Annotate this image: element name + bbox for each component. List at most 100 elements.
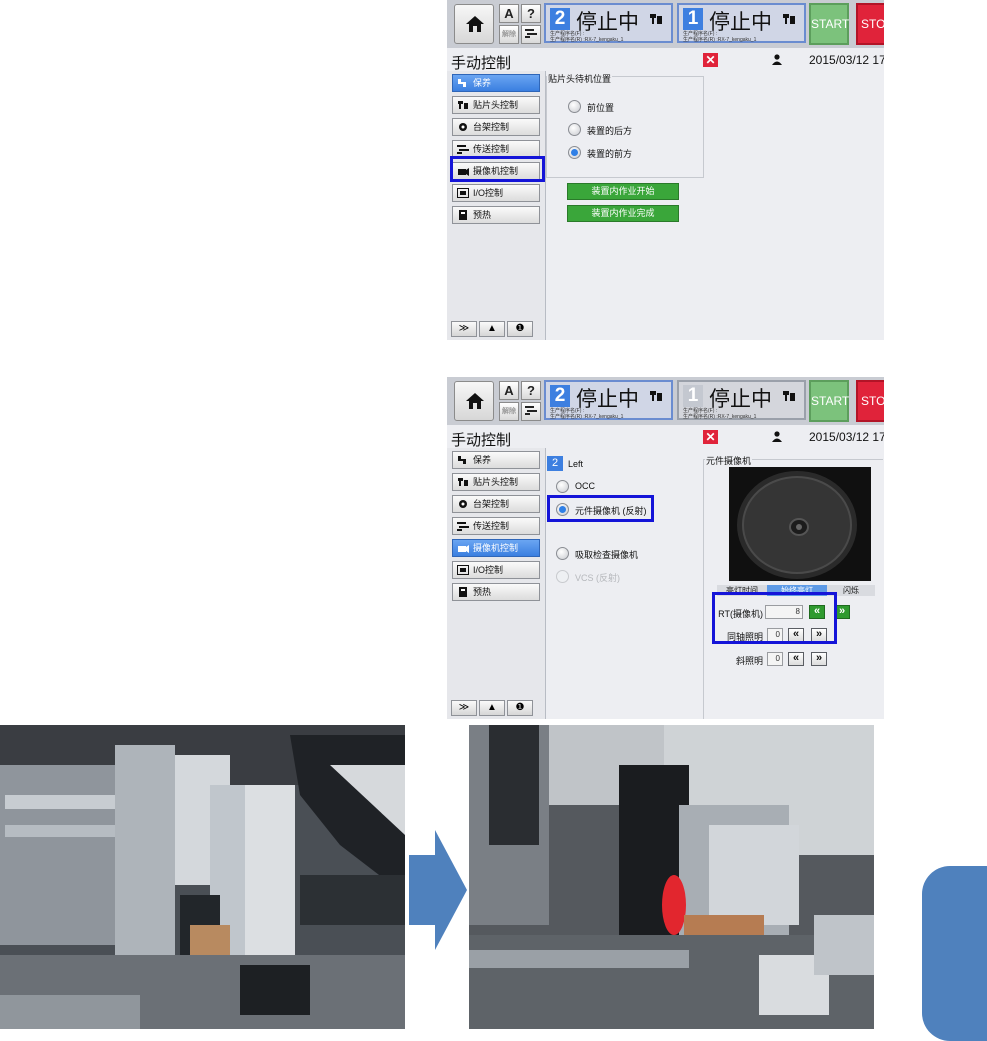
conveyor-icon (525, 406, 537, 415)
release-button[interactable]: 解除 (499, 402, 519, 421)
camera-preview (729, 467, 871, 581)
rt-increase-button[interactable]: » (834, 605, 850, 619)
sidebar-item-camera-control[interactable]: 摄像机控制 (452, 162, 540, 180)
release-button[interactable]: 解除 (499, 25, 519, 44)
conveyor-icon (525, 29, 537, 38)
oblique-light-value[interactable]: 0 (767, 652, 783, 666)
scroll-top-button[interactable]: ≫ (451, 321, 477, 337)
tab-blink[interactable]: 闪烁 (827, 585, 875, 596)
machine-photo-after (469, 725, 874, 1029)
rt-camera-value[interactable]: 8 (765, 605, 803, 619)
sidebar-item-preheat[interactable]: 预热 (452, 583, 540, 601)
machine-photo-image (469, 725, 874, 1029)
sidebar-item-head-control[interactable]: 贴片头控制 (452, 473, 540, 491)
datetime: 2015/03/12 17:0 (809, 430, 884, 444)
machine-photo-image (0, 725, 405, 1029)
conveyor-button[interactable] (521, 25, 541, 44)
close-button[interactable]: ✕ (703, 53, 718, 67)
help-button[interactable]: ? (521, 381, 541, 400)
arrow-right-icon (409, 830, 467, 950)
placement-head-icon (650, 14, 662, 24)
sidebar-item-conveyor-control[interactable]: 传送控制 (452, 140, 540, 158)
sidebar-item-maintenance[interactable]: 保养 (452, 451, 540, 469)
sidebar-item-head-control[interactable]: 贴片头控制 (452, 96, 540, 114)
close-button[interactable]: ✕ (703, 430, 718, 444)
start-button[interactable]: START (809, 380, 849, 422)
alarm-button[interactable]: ▲ (479, 700, 505, 716)
a-button[interactable]: A (499, 381, 519, 400)
camera-icon (458, 168, 469, 176)
title-row: 手动控制 ✕ 2015/03/12 17:0 (447, 427, 884, 449)
radio-button[interactable] (568, 123, 581, 136)
side-tab (922, 866, 987, 1041)
program-names: 生产程序名(F) : 生产程序名(R) :RX-7_kengaku_1 (550, 31, 624, 43)
lane-number: 1 (683, 8, 703, 30)
sidebar-item-conveyor-control[interactable]: 传送控制 (452, 517, 540, 535)
sidebar-item-io-control[interactable]: I/O控制 (452, 561, 540, 579)
help-button[interactable]: ? (521, 4, 541, 23)
stop-button[interactable]: STO (856, 380, 884, 422)
lane-number: 1 (683, 385, 703, 407)
radio-button[interactable] (568, 100, 581, 113)
info-button[interactable]: ❶ (507, 321, 533, 337)
conveyor-icon (457, 522, 469, 531)
scroll-top-button[interactable]: ≫ (451, 700, 477, 716)
home-button[interactable] (454, 4, 494, 44)
io-icon (457, 565, 469, 575)
sidebar-item-stage-control[interactable]: 台架控制 (452, 495, 540, 513)
lane-number: 2 (550, 8, 570, 30)
coaxial-increase-button[interactable]: » (811, 628, 827, 642)
camera-image (729, 467, 871, 581)
sidebar-item-io-control[interactable]: I/O控制 (452, 184, 540, 202)
lane-number: 2 (550, 385, 570, 407)
alarm-button[interactable]: ▲ (479, 321, 505, 337)
info-button[interactable]: ❶ (507, 700, 533, 716)
datetime: 2015/03/12 17:0 (809, 53, 884, 67)
placement-head-icon (458, 478, 468, 486)
sidebar-item-maintenance[interactable]: 保养 (452, 74, 540, 92)
radio-button[interactable] (568, 146, 581, 159)
top-screenshot: A ? 解除 2 停止中 生产程序名(F) : 生产程序名(R) :RX-7_ke… (447, 0, 884, 340)
radio-button[interactable] (556, 570, 569, 583)
a-button[interactable]: A (499, 4, 519, 23)
coaxial-light-value[interactable]: 0 (767, 628, 783, 642)
bottom-screenshot: A ? 解除 2 停止中 生产程序名(F) : 生产程序名(R) :RX-7_ke… (447, 377, 884, 719)
machine-photo-before (0, 725, 405, 1029)
lane-1-status[interactable]: 1 停止中 生产程序名(F) : 生产程序名(R) :RX-7_kengaku_1 (677, 380, 806, 420)
tab-always-on[interactable]: 始终亮灯 (767, 585, 827, 596)
lighting-tabs: 亮灯时间 始终亮灯 闪烁 (717, 585, 875, 596)
conveyor-button[interactable] (521, 402, 541, 421)
top-bar: A ? 解除 2 停止中 生产程序名(F) : 生产程序名(R) :RX-7_ke… (447, 377, 884, 425)
param-label-coaxial-light: 同轴照明 (726, 632, 763, 642)
camera-group-title: 元件摄像机 (705, 454, 753, 467)
sidebar-item-camera-control[interactable]: 摄像机控制 (452, 539, 540, 557)
preheat-icon (459, 210, 467, 220)
io-icon (457, 188, 469, 198)
start-button[interactable]: START (809, 3, 849, 45)
sidebar-item-stage-control[interactable]: 台架控制 (452, 118, 540, 136)
start-internal-work-button[interactable]: 装置内作业开始 (567, 183, 679, 200)
finish-internal-work-button[interactable]: 装置内作业完成 (567, 205, 679, 222)
home-button[interactable] (454, 381, 494, 421)
stage-icon (459, 500, 467, 508)
sidebar-item-preheat[interactable]: 预热 (452, 206, 540, 224)
tab-light-time[interactable]: 亮灯时间 (717, 585, 767, 596)
radio-button[interactable] (556, 547, 569, 560)
lane-2-status[interactable]: 2 停止中 生产程序名(F) : 生产程序名(R) :RX-7_kengaku_1 (544, 3, 673, 43)
rt-decrease-button[interactable]: « (809, 605, 825, 619)
page-title: 手动控制 (451, 432, 512, 449)
lane-2-status[interactable]: 2 停止中 生产程序名(F) : 生产程序名(R) :RX-7_kengaku_1 (544, 380, 673, 420)
stop-button[interactable]: STO (856, 3, 884, 45)
radio-button[interactable] (556, 503, 569, 516)
group-title: 贴片头待机位置 (547, 72, 613, 85)
home-icon (466, 393, 484, 409)
oblique-increase-button[interactable]: » (811, 652, 827, 666)
oblique-decrease-button[interactable]: « (788, 652, 804, 666)
lane-badge: 2 (547, 456, 563, 471)
conveyor-icon (457, 145, 469, 154)
radio-button[interactable] (556, 480, 569, 493)
sidebar: 保养 贴片头控制 台架控制 传送控制 摄像机控制 I/O控制 预热 ≫ ▲ ❶ (447, 71, 546, 340)
coaxial-decrease-button[interactable]: « (788, 628, 804, 642)
lane-1-status[interactable]: 1 停止中 生产程序名(F) : 生产程序名(R) :RX-7_kengaku_1 (677, 3, 806, 43)
placement-head-icon (458, 101, 468, 109)
